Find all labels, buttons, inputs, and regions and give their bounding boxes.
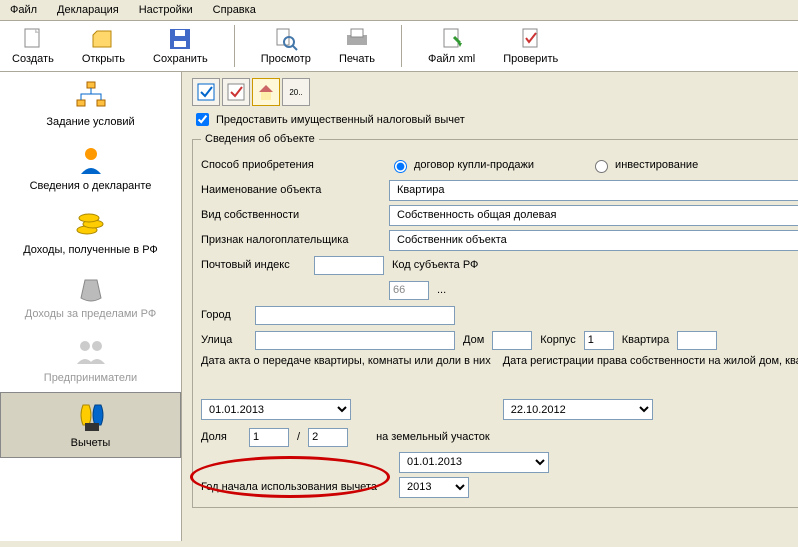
preview-label: Просмотр xyxy=(261,53,311,65)
save-label: Сохранить xyxy=(153,53,208,65)
save-button[interactable]: Сохранить xyxy=(149,25,212,67)
magnify-doc-icon xyxy=(274,27,298,51)
obj-name-select[interactable]: Квартира xyxy=(389,180,798,201)
person-icon xyxy=(75,144,107,176)
apt-label: Квартира xyxy=(622,334,670,346)
ownership-select[interactable]: Собственность общая долевая xyxy=(389,205,798,226)
xml-label: Файл xml xyxy=(428,53,475,65)
city-label: Город xyxy=(201,309,247,321)
open-label: Открыть xyxy=(82,53,125,65)
share-numerator-input[interactable] xyxy=(249,428,289,447)
date-act-label: Дата акта о передаче квартиры, комнаты и… xyxy=(201,355,491,395)
check-label: Проверить xyxy=(503,53,558,65)
create-label: Создать xyxy=(12,53,54,65)
year-start-select[interactable]: 2013 xyxy=(399,477,469,498)
folder-open-icon xyxy=(91,27,115,51)
subtab-social[interactable] xyxy=(222,78,250,106)
open-button[interactable]: Открыть xyxy=(78,25,129,67)
year-badge: 20.. xyxy=(289,88,302,97)
taxpayer-select[interactable]: Собственник объекта xyxy=(389,230,798,251)
region-code-label: Код субъекта РФ xyxy=(392,259,478,271)
printer-icon xyxy=(345,27,369,51)
preview-button[interactable]: Просмотр xyxy=(257,25,315,67)
land-label: на земельный участок xyxy=(376,431,490,443)
menu-settings[interactable]: Настройки xyxy=(133,2,199,18)
create-button[interactable]: Создать xyxy=(8,25,58,67)
print-label: Печать xyxy=(339,53,375,65)
check-button[interactable]: Проверить xyxy=(499,25,562,67)
deductions-label: Вычеты xyxy=(71,437,111,449)
apt-input[interactable] xyxy=(677,331,717,350)
year-start-label: Год начала использования вычета xyxy=(201,481,391,493)
menu-help[interactable]: Справка xyxy=(207,2,262,18)
sub-toolbar: 20.. xyxy=(192,78,788,106)
obj-name-label: Наименование объекта xyxy=(201,184,381,196)
radio-investing[interactable]: инвестирование xyxy=(590,157,698,173)
subtab-losses[interactable]: 20.. xyxy=(282,78,310,106)
menu-declaration[interactable]: Декларация xyxy=(51,2,125,18)
floppy-icon xyxy=(168,27,192,51)
city-input[interactable] xyxy=(255,306,455,325)
ownership-label: Вид собственности xyxy=(201,209,381,221)
sidebar-item-conditions[interactable]: Задание условий xyxy=(0,72,181,136)
sidebar: Задание условий Сведения о декларанте До… xyxy=(0,72,182,541)
taxpayer-label: Признак налогоплательщика xyxy=(201,234,381,246)
region-code-input[interactable] xyxy=(389,281,429,300)
sidebar-item-income-rf[interactable]: Доходы, полученные в РФ xyxy=(0,200,181,264)
declarant-label: Сведения о декларанте xyxy=(30,180,152,192)
income-rf-label: Доходы, полученные в РФ xyxy=(23,244,158,256)
date-act-select[interactable]: 01.01.2013 xyxy=(201,399,351,420)
object-info-fieldset: Сведения об объекте Способ приобретения … xyxy=(192,133,798,508)
share-denominator-input[interactable] xyxy=(308,428,348,447)
date-land-select[interactable]: 01.01.2013 xyxy=(399,452,549,473)
date-reg-label: Дата регистрации права собственности на … xyxy=(503,355,798,395)
street-input[interactable] xyxy=(255,331,455,350)
hierarchy-icon xyxy=(75,80,107,112)
provide-deduction-checkbox[interactable] xyxy=(196,113,209,126)
coins-icon xyxy=(75,208,107,240)
street-label: Улица xyxy=(201,334,247,346)
house-input[interactable] xyxy=(492,331,532,350)
menu-file[interactable]: Файл xyxy=(4,2,43,18)
check-doc-icon xyxy=(519,27,543,51)
provide-deduction-label: Предоставить имущественный налоговый выч… xyxy=(216,114,465,126)
main-toolbar: Создать Открыть Сохранить Просмотр Печат… xyxy=(0,21,798,72)
conditions-label: Задание условий xyxy=(46,116,134,128)
postal-input[interactable] xyxy=(314,256,384,275)
corpus-label: Корпус xyxy=(540,334,575,346)
menu-bar: Файл Декларация Настройки Справка xyxy=(0,0,798,21)
print-button[interactable]: Печать xyxy=(335,25,379,67)
sidebar-item-entrepreneur[interactable]: Предприниматели xyxy=(0,328,181,392)
share-label: Доля xyxy=(201,431,241,443)
vase-calc-icon xyxy=(75,401,107,433)
radio-sale-contract[interactable]: договор купли-продажи xyxy=(389,157,534,173)
subtab-property[interactable] xyxy=(252,78,280,106)
form-check-icon xyxy=(197,83,215,101)
share-slash: / xyxy=(297,431,300,443)
xml-file-icon xyxy=(440,27,464,51)
subtab-standard[interactable] xyxy=(192,78,220,106)
people-icon xyxy=(75,336,107,368)
investing-text: инвестирование xyxy=(615,159,698,171)
corpus-input[interactable] xyxy=(584,331,614,350)
house-label: Дом xyxy=(463,334,484,346)
sidebar-item-declarant[interactable]: Сведения о декларанте xyxy=(0,136,181,200)
fieldset-legend: Сведения об объекте xyxy=(201,133,319,145)
income-abroad-label: Доходы за пределами РФ xyxy=(25,308,156,320)
acq-method-label: Способ приобретения xyxy=(201,159,381,171)
red-check-icon xyxy=(227,83,245,101)
date-reg-select[interactable]: 22.10.2012 xyxy=(503,399,653,420)
new-file-icon xyxy=(21,27,45,51)
entrepreneur-label: Предприниматели xyxy=(44,372,137,384)
sidebar-item-income-abroad[interactable]: Доходы за пределами РФ xyxy=(0,264,181,328)
sale-contract-text: договор купли-продажи xyxy=(414,159,534,171)
house-icon xyxy=(257,83,275,101)
money-bag-icon xyxy=(75,272,107,304)
postal-label: Почтовый индекс xyxy=(201,259,306,271)
xml-button[interactable]: Файл xml xyxy=(424,25,479,67)
sidebar-item-deductions[interactable]: Вычеты xyxy=(0,392,181,458)
main-panel: 20.. Предоставить имущественный налоговы… xyxy=(182,72,798,541)
